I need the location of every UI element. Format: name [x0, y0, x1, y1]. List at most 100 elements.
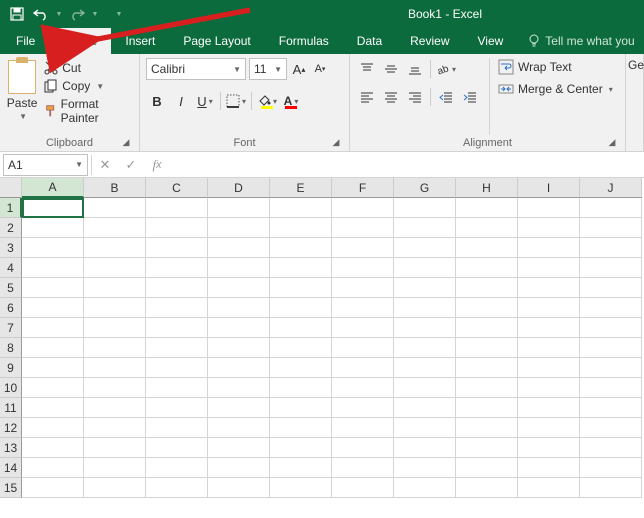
cell[interactable] — [456, 238, 518, 258]
cell[interactable] — [394, 458, 456, 478]
cell[interactable] — [518, 278, 580, 298]
cell[interactable] — [22, 258, 84, 278]
cell[interactable] — [208, 318, 270, 338]
tell-me[interactable]: Tell me what you — [517, 28, 634, 54]
font-launcher[interactable]: ◢ — [329, 135, 343, 149]
cell[interactable] — [22, 278, 84, 298]
cell[interactable] — [332, 438, 394, 458]
align-center-button[interactable] — [380, 86, 402, 108]
cell[interactable] — [270, 238, 332, 258]
cell[interactable] — [394, 238, 456, 258]
cell[interactable] — [22, 378, 84, 398]
cell[interactable] — [518, 258, 580, 278]
cell[interactable] — [146, 478, 208, 498]
cell[interactable] — [456, 198, 518, 218]
cell[interactable] — [22, 318, 84, 338]
formula-input[interactable] — [170, 154, 644, 176]
orientation-button[interactable]: ab▾ — [435, 58, 457, 80]
cell[interactable] — [22, 238, 84, 258]
cell[interactable] — [518, 298, 580, 318]
insert-function-button[interactable]: fx — [144, 154, 170, 176]
column-header[interactable]: D — [208, 178, 270, 198]
cell[interactable] — [146, 418, 208, 438]
cell[interactable] — [456, 458, 518, 478]
cell[interactable] — [208, 418, 270, 438]
cell[interactable] — [518, 358, 580, 378]
cell[interactable] — [208, 258, 270, 278]
decrease-indent-button[interactable] — [435, 86, 457, 108]
save-icon[interactable] — [6, 3, 28, 25]
cell[interactable] — [22, 298, 84, 318]
cell[interactable] — [518, 478, 580, 498]
cell[interactable] — [208, 338, 270, 358]
align-left-button[interactable] — [356, 86, 378, 108]
row-header[interactable]: 13 — [0, 438, 22, 458]
cell[interactable] — [518, 378, 580, 398]
redo-dropdown[interactable]: ▼ — [90, 3, 100, 25]
cell[interactable] — [270, 358, 332, 378]
cell[interactable] — [456, 478, 518, 498]
cell[interactable] — [518, 238, 580, 258]
cell[interactable] — [208, 278, 270, 298]
cell[interactable] — [270, 398, 332, 418]
cell[interactable] — [146, 358, 208, 378]
cell[interactable] — [84, 358, 146, 378]
format-painter-button[interactable]: Format Painter — [42, 96, 133, 126]
italic-button[interactable]: I — [170, 90, 192, 112]
cell[interactable] — [270, 278, 332, 298]
cell[interactable] — [146, 338, 208, 358]
column-header[interactable]: B — [84, 178, 146, 198]
cell[interactable] — [22, 478, 84, 498]
merge-dropdown[interactable]: ▾ — [607, 85, 613, 94]
cell[interactable] — [332, 218, 394, 238]
cell[interactable] — [22, 458, 84, 478]
cut-button[interactable]: Cut — [42, 60, 133, 76]
cell[interactable] — [84, 318, 146, 338]
cell[interactable] — [208, 218, 270, 238]
cell[interactable] — [456, 358, 518, 378]
cell[interactable] — [208, 238, 270, 258]
cell[interactable] — [270, 258, 332, 278]
cell[interactable] — [456, 418, 518, 438]
cell[interactable] — [146, 378, 208, 398]
qat-customize[interactable]: ▼ — [102, 3, 124, 25]
cell[interactable] — [580, 438, 642, 458]
cell[interactable] — [394, 318, 456, 338]
cell[interactable] — [84, 278, 146, 298]
cell[interactable] — [456, 338, 518, 358]
cell[interactable] — [270, 298, 332, 318]
cell[interactable] — [332, 318, 394, 338]
cell[interactable] — [518, 458, 580, 478]
cell[interactable] — [580, 398, 642, 418]
fill-color-button[interactable]: ▾ — [256, 90, 278, 112]
cell[interactable] — [270, 378, 332, 398]
tab-insert[interactable]: Insert — [111, 28, 169, 54]
cell[interactable] — [208, 358, 270, 378]
cell[interactable] — [22, 418, 84, 438]
cell[interactable] — [332, 378, 394, 398]
cell[interactable] — [22, 338, 84, 358]
cell[interactable] — [208, 198, 270, 218]
cell[interactable] — [580, 258, 642, 278]
row-header[interactable]: 2 — [0, 218, 22, 238]
cancel-formula-button[interactable]: ✕ — [92, 154, 118, 176]
row-header[interactable]: 4 — [0, 258, 22, 278]
cell[interactable] — [518, 418, 580, 438]
cell[interactable] — [518, 398, 580, 418]
cell[interactable] — [270, 438, 332, 458]
cell[interactable] — [518, 318, 580, 338]
cell[interactable] — [332, 238, 394, 258]
cell[interactable] — [22, 438, 84, 458]
cell[interactable] — [456, 278, 518, 298]
cell[interactable] — [84, 258, 146, 278]
cell[interactable] — [270, 338, 332, 358]
cell[interactable] — [394, 258, 456, 278]
align-top-button[interactable] — [356, 58, 378, 80]
row-header[interactable]: 6 — [0, 298, 22, 318]
cell[interactable] — [332, 338, 394, 358]
cell[interactable] — [270, 218, 332, 238]
cell[interactable] — [580, 318, 642, 338]
cell[interactable] — [518, 198, 580, 218]
tab-home[interactable]: Home — [51, 28, 111, 54]
cell[interactable] — [84, 438, 146, 458]
